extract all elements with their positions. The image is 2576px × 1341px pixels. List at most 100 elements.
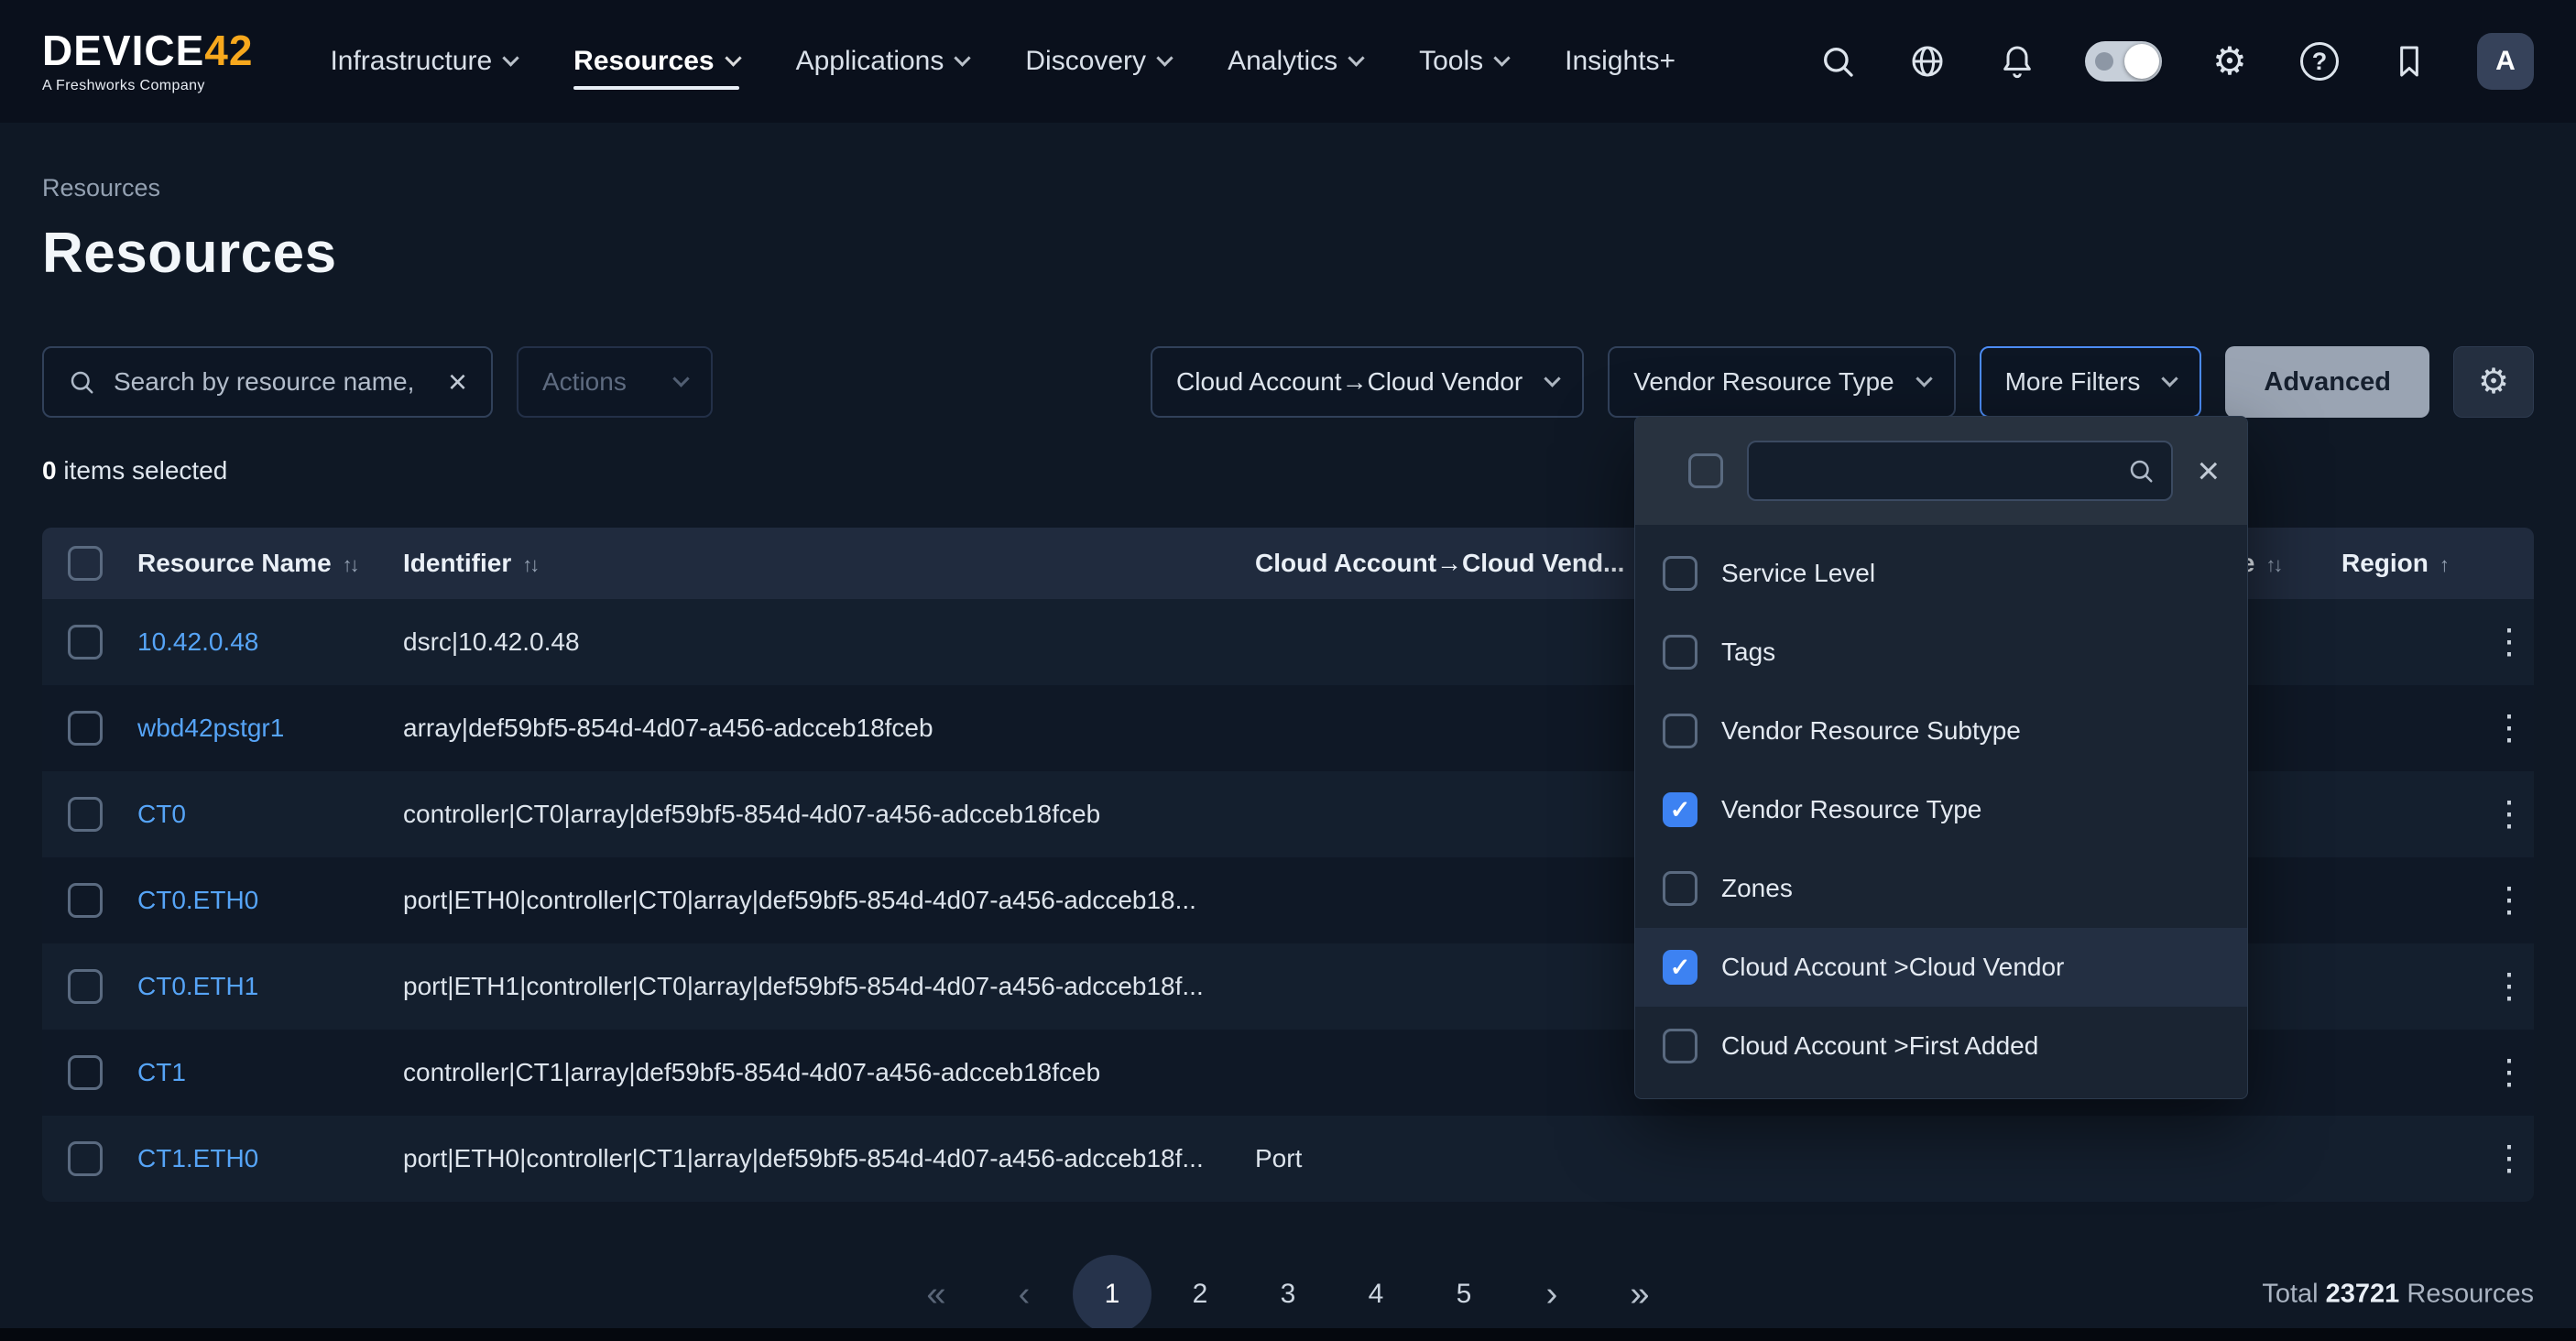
bookmark-icon[interactable] — [2387, 39, 2431, 83]
filter-option-vendor-resource-type[interactable]: Vendor Resource Type — [1635, 770, 2247, 849]
clear-search-icon[interactable]: × — [448, 365, 467, 398]
row-checkbox[interactable] — [68, 969, 103, 1004]
resource-name-link[interactable]: CT0.ETH1 — [137, 972, 403, 1001]
nav-item-infrastructure[interactable]: Infrastructure — [330, 27, 517, 95]
checkbox-checked[interactable] — [1663, 950, 1697, 985]
row-checkbox[interactable] — [68, 711, 103, 746]
notifications-bell-icon[interactable] — [1995, 39, 2039, 83]
theme-toggle[interactable] — [2085, 41, 2162, 82]
sort-icon[interactable]: ↑ — [2440, 553, 2447, 576]
resource-name-link[interactable]: CT0 — [137, 800, 403, 829]
row-menu-icon[interactable]: ⋮ — [2492, 976, 2527, 998]
identifier-cell: array|def59bf5-854d-4d07-a456-adcceb18fc… — [403, 714, 1255, 743]
page-button-2[interactable]: 2 — [1161, 1255, 1239, 1334]
filter-option-vendor-resource-subtype[interactable]: Vendor Resource Subtype — [1635, 692, 2247, 770]
device42-logo[interactable]: DEVICE42 A Freshworks Company — [42, 29, 253, 94]
checkbox[interactable] — [1663, 635, 1697, 670]
filter-option-tags[interactable]: Tags — [1635, 613, 2247, 692]
checkbox[interactable] — [1663, 871, 1697, 906]
window-bottom-edge — [0, 1328, 2576, 1341]
table-row: CT1.ETH0 port|ETH0|controller|CT1|array|… — [42, 1116, 2534, 1202]
row-menu-icon[interactable]: ⋮ — [2492, 632, 2527, 653]
globe-icon[interactable] — [1905, 39, 1949, 83]
row-menu-icon[interactable]: ⋮ — [2492, 1149, 2527, 1170]
chevron-down-icon — [1916, 370, 1932, 387]
search-input[interactable] — [114, 367, 430, 397]
search-icon[interactable] — [1816, 39, 1860, 83]
filter-option-zones[interactable]: Zones — [1635, 849, 2247, 928]
resource-name-link[interactable]: wbd42pstgr1 — [137, 714, 403, 743]
chevron-down-icon — [1545, 370, 1561, 387]
row-checkbox[interactable] — [68, 797, 103, 832]
filter-search-box[interactable] — [1747, 441, 2173, 501]
identifier-cell: dsrc|10.42.0.48 — [403, 627, 1255, 657]
row-checkbox[interactable] — [68, 625, 103, 660]
identifier-cell: controller|CT1|array|def59bf5-854d-4d07-… — [403, 1058, 1255, 1087]
gear-icon: ⚙ — [2478, 365, 2509, 399]
last-page-button[interactable]: » — [1600, 1255, 1679, 1334]
identifier-cell: port|ETH1|controller|CT0|array|def59bf5-… — [403, 972, 1255, 1001]
row-menu-icon[interactable]: ⋮ — [2492, 804, 2527, 825]
identifier-cell: port|ETH0|controller|CT0|array|def59bf5-… — [403, 886, 1255, 915]
column-header-region[interactable]: Region↑ — [2327, 549, 2492, 578]
resource-name-link[interactable]: CT0.ETH0 — [137, 886, 403, 915]
first-page-button[interactable]: « — [897, 1255, 976, 1334]
sort-icon[interactable]: ↑↓ — [522, 553, 537, 576]
row-checkbox[interactable] — [68, 1141, 103, 1176]
nav-item-applications[interactable]: Applications — [796, 27, 969, 95]
row-menu-icon[interactable]: ⋮ — [2492, 1063, 2527, 1084]
previous-page-button[interactable]: ‹ — [985, 1255, 1064, 1334]
checkbox[interactable] — [1663, 1029, 1697, 1063]
filter-select-all-checkbox[interactable] — [1688, 453, 1723, 488]
toolbar: × Actions Cloud Account→Cloud Vendor Ven… — [42, 346, 2534, 418]
row-checkbox[interactable] — [68, 883, 103, 918]
row-checkbox[interactable] — [68, 1055, 103, 1090]
column-header-resource-name[interactable]: Resource Name↑↓ — [137, 549, 403, 578]
select-all-checkbox[interactable] — [68, 546, 103, 581]
next-page-button[interactable]: › — [1512, 1255, 1591, 1334]
top-navbar: DEVICE42 A Freshworks Company Infrastruc… — [0, 0, 2576, 123]
checkbox[interactable] — [1663, 556, 1697, 591]
nav-item-discovery[interactable]: Discovery — [1025, 27, 1171, 95]
sort-icon[interactable]: ↑↓ — [2265, 553, 2280, 576]
help-icon[interactable]: ? — [2298, 39, 2341, 83]
nav-item-analytics[interactable]: Analytics — [1228, 27, 1362, 95]
page-button-4[interactable]: 4 — [1337, 1255, 1415, 1334]
resource-search-box[interactable]: × — [42, 346, 493, 418]
more-filters-dropdown[interactable]: More Filters — [1980, 346, 2202, 418]
page-button-5[interactable]: 5 — [1424, 1255, 1503, 1334]
page-button-1[interactable]: 1 — [1073, 1255, 1152, 1334]
column-header-identifier[interactable]: Identifier↑↓ — [403, 549, 1255, 578]
user-avatar[interactable]: A — [2477, 33, 2534, 90]
row-menu-icon[interactable]: ⋮ — [2492, 718, 2527, 739]
nav-item-tools[interactable]: Tools — [1419, 27, 1508, 95]
identifier-cell: controller|CT0|array|def59bf5-854d-4d07-… — [403, 800, 1255, 829]
advanced-button[interactable]: Advanced — [2225, 346, 2429, 418]
checkbox-checked[interactable] — [1663, 792, 1697, 827]
breadcrumb[interactable]: Resources — [42, 174, 2534, 202]
nav-item-resources[interactable]: Resources — [573, 27, 738, 95]
chevron-down-icon — [502, 49, 518, 66]
column-header-cloud-account[interactable]: Cloud Account→Cloud Vend...↑↓ — [1255, 549, 1672, 578]
cloud-account-vendor-filter[interactable]: Cloud Account→Cloud Vendor — [1151, 346, 1584, 418]
toggle-knob — [2124, 44, 2159, 79]
sort-icon[interactable]: ↑↓ — [343, 553, 357, 576]
actions-dropdown[interactable]: Actions — [517, 346, 713, 418]
filter-option-cloud-account-first-added[interactable]: Cloud Account >First Added — [1635, 1007, 2247, 1085]
row-menu-icon[interactable]: ⋮ — [2492, 890, 2527, 911]
resource-name-link[interactable]: CT1.ETH0 — [137, 1144, 403, 1173]
close-icon[interactable]: × — [2197, 452, 2220, 490]
filter-option-service-level[interactable]: Service Level — [1635, 534, 2247, 613]
resource-name-link[interactable]: CT1 — [137, 1058, 403, 1087]
page-button-3[interactable]: 3 — [1249, 1255, 1327, 1334]
checkbox[interactable] — [1663, 714, 1697, 748]
filter-option-cloud-account-cloud-vendor[interactable]: Cloud Account >Cloud Vendor — [1635, 928, 2247, 1007]
settings-gear-icon[interactable]: ⚙ — [2208, 39, 2252, 83]
cloud-account-cell: Port — [1255, 1144, 1672, 1173]
nav-item-insights[interactable]: Insights+ — [1565, 27, 1675, 95]
chevron-down-icon — [672, 370, 689, 387]
resource-name-link[interactable]: 10.42.0.48 — [137, 627, 403, 657]
filter-search-input[interactable] — [1765, 457, 2116, 485]
vendor-resource-type-filter[interactable]: Vendor Resource Type — [1608, 346, 1955, 418]
table-settings-button[interactable]: ⚙ — [2453, 346, 2534, 418]
